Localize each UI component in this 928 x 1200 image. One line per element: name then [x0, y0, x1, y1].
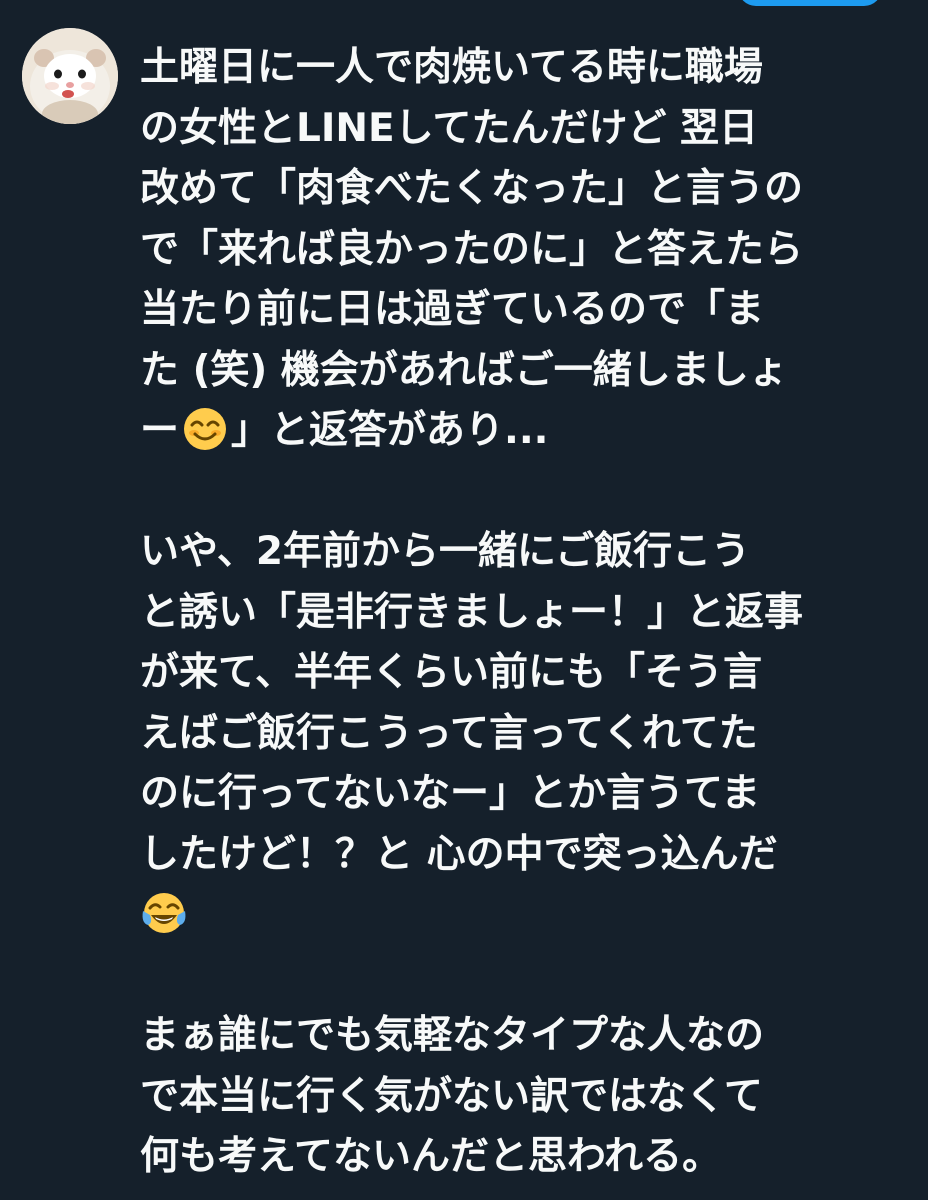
emoji-line — [140, 885, 912, 946]
text-fragment: 」と返答があり... — [231, 408, 549, 453]
text-line: た (笑) 機会があればご一緒しましょ — [140, 347, 788, 393]
text-line: 土曜日に一人で肉焼いてる時に職場 — [140, 45, 763, 90]
smiling-face-emoji-icon — [181, 405, 229, 453]
text-line: が来て、半年くらい前にも「そう言 — [140, 650, 763, 695]
text-line: で「来れば良かったのに」と答えたら — [140, 226, 804, 272]
text-line: えばご飯行こうって言ってくれてた — [140, 710, 758, 756]
tears-of-joy-emoji-icon — [140, 889, 188, 937]
text-line: したけど！？と 心の中で突っ込んだ — [140, 831, 778, 877]
text-line: のに行ってないなー」とか言うてま — [140, 771, 761, 816]
tweet-text: 土曜日に一人で肉焼いてる時に職場 の女性とLINEしてたんだけど 翌日 改めて「… — [140, 38, 912, 1188]
text-line: と誘い「是非行きましょー！」と返事 — [140, 589, 804, 635]
text-line: まぁ誰にでも気軽なタイプな人なの — [140, 1013, 765, 1058]
text-line: 改めて「肉食べたくなった」と言うの — [140, 166, 804, 211]
text-line: の女性とLINEしてたんだけど 翌日 — [140, 105, 759, 151]
text-line: 何も考えてないんだと思われる。 — [140, 1134, 722, 1179]
avatar[interactable] — [22, 28, 118, 124]
paragraph-break — [140, 462, 912, 523]
text-line-with-emoji: ー 」と返答があり... — [140, 401, 912, 462]
text-fragment: ー — [140, 408, 180, 453]
top-action-button[interactable] — [738, 0, 882, 6]
text-line: 当たり前に日は過ぎているので「ま — [140, 287, 765, 332]
tweet-view: 土曜日に一人で肉焼いてる時に職場 の女性とLINEしてたんだけど 翌日 改めて「… — [0, 0, 928, 1200]
text-line: で本当に行く気がない訳ではなくて — [140, 1073, 763, 1119]
text-line: いや、2年前から一緒にご飯行こう — [140, 529, 751, 574]
hamster-avatar-icon — [22, 28, 118, 124]
paragraph-break — [140, 946, 912, 1007]
